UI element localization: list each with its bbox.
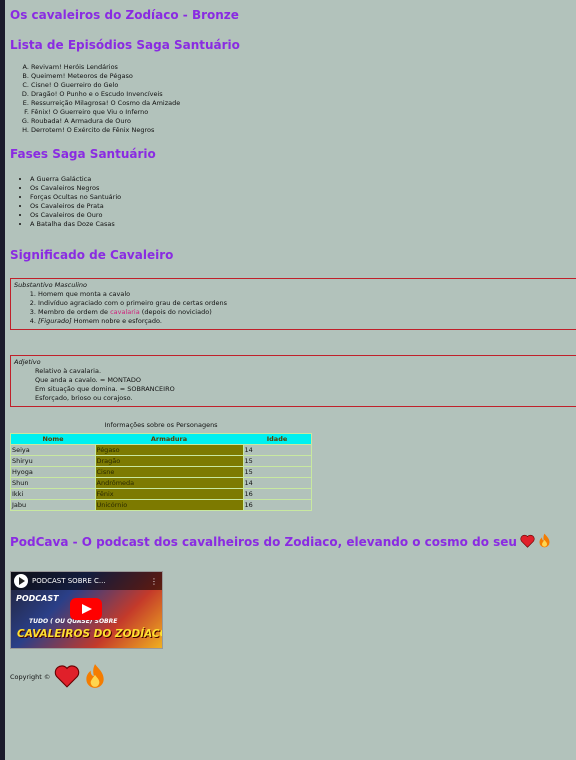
cell-nome: Jabu	[10, 499, 96, 511]
cell-idade: 16	[242, 499, 312, 511]
figurado-label: [Figurado]	[38, 317, 72, 325]
fire-icon	[538, 533, 551, 551]
definition-line: Em situação que domina. = SOBRANCEIRO	[35, 385, 175, 393]
list-item: Fênix! O Guerreiro que Viu o Inferno	[31, 108, 576, 117]
cell-armadura: Pégaso	[94, 444, 244, 456]
definition-box-substantivo: Substantivo Masculino Homem que monta a …	[10, 278, 576, 330]
list-item: A Batalha das Doze Casas	[30, 220, 576, 229]
heart-icon	[54, 663, 80, 691]
header-nome: Nome	[10, 433, 95, 445]
cell-nome: Seiya	[10, 444, 96, 456]
table-row: Hyoga Cisne 15	[10, 466, 312, 478]
thumbnail-text: PODCAST	[16, 594, 59, 603]
fases-heading: Fases Saga Santuário	[10, 147, 156, 161]
table-header-row: Nome Armadura Idade	[10, 433, 312, 445]
more-vert-icon[interactable]: ⋮	[150, 577, 158, 586]
cell-armadura: Andrômeda	[94, 477, 244, 489]
definition-line: Esforçado, brioso ou corajoso.	[35, 394, 133, 402]
table-row: Jabu Unicórnio 16	[10, 499, 312, 511]
definition-text: (depois do noviciado)	[139, 308, 212, 316]
cell-nome: Hyoga	[10, 466, 96, 478]
definition-item: Membro de ordem de cavalaria (depois do …	[38, 308, 576, 317]
cell-idade: 15	[242, 466, 312, 478]
cell-nome: Shiryu	[10, 455, 96, 467]
cell-idade: 15	[242, 455, 312, 467]
list-item: Revivam! Heróis Lendários	[31, 63, 576, 72]
list-item: Derrotem! O Exército de Fênix Negros	[31, 126, 576, 135]
video-title[interactable]: PODCAST SOBRE C...	[32, 577, 150, 585]
episodes-heading: Lista de Episódios Saga Santuário	[10, 38, 240, 52]
list-item: Roubada! A Armadura de Ouro	[31, 117, 576, 126]
definition-class-label: Substantivo Masculino	[14, 281, 88, 289]
definition-text: Homem nobre e esforçado.	[71, 317, 162, 325]
list-item: A Guerra Galáctica	[30, 175, 576, 184]
cell-idade: 14	[242, 477, 312, 489]
cell-armadura: Unicórnio	[94, 499, 244, 511]
footer: Copyright ©	[10, 663, 576, 691]
episodes-list: Revivam! Heróis Lendários Queimem! Meteo…	[10, 63, 576, 135]
list-item: Os Cavaleiros Negros	[30, 184, 576, 193]
list-item: Queimem! Meteoros de Pégaso	[31, 72, 576, 81]
table-row: Ikki Fênix 16	[10, 488, 312, 500]
cell-armadura: Cisne	[94, 466, 244, 478]
fire-icon	[84, 663, 106, 691]
left-edge-bar	[0, 0, 5, 760]
definition-line: Que anda a cavalo. = MONTADO	[35, 376, 141, 384]
definition-box-adjetivo: Adjetivo Relativo à cavalaria. Que anda …	[10, 355, 576, 407]
copyright-text: Copyright ©	[10, 673, 51, 681]
header-armadura: Armadura	[95, 433, 243, 445]
definition-item: Homem que monta a cavalo	[38, 290, 576, 299]
cell-armadura: Dragão	[94, 455, 244, 467]
definition-list: Homem que monta a cavalo Indivíduo agrac…	[14, 290, 576, 326]
list-item: Os Cavaleiros de Ouro	[30, 211, 576, 220]
fases-list: A Guerra Galáctica Os Cavaleiros Negros …	[10, 175, 576, 229]
list-item: Ressurreição Milagrosa! O Cosmo da Amiza…	[31, 99, 576, 108]
youtube-video-embed[interactable]: PODCAST SOBRE C... ⋮ PODCAST TUDO ( OU Q…	[10, 571, 163, 649]
characters-table: Nome Armadura Idade Seiya Pégaso 14 Shiryu…	[10, 433, 312, 511]
definition-line: Relativo à cavalaria.	[35, 367, 102, 375]
table-row: Shiryu Dragão 15	[10, 455, 312, 467]
cell-armadura: Fênix	[94, 488, 244, 500]
channel-avatar[interactable]	[14, 574, 28, 588]
significado-heading: Significado de Cavaleiro	[10, 248, 174, 262]
table-caption: Informações sobre os Personagens	[104, 421, 218, 429]
cavalaria-highlight: cavalaria	[110, 308, 140, 316]
cell-nome: Ikki	[10, 488, 96, 500]
list-item: Os Cavaleiros de Prata	[30, 202, 576, 211]
page-content: Os cavaleiros do Zodíaco - Bronze Lista …	[10, 0, 576, 691]
list-item: Forças Ocultas no Santuário	[30, 193, 576, 202]
definition-item: [Figurado] Homem nobre e esforçado.	[38, 317, 576, 326]
definition-item: Indivíduo agraciado com o primeiro grau …	[38, 299, 576, 308]
definition-lines: Relativo à cavalaria. Que anda a cavalo.…	[14, 367, 576, 403]
podcast-heading-text: PodCava - O podcast dos cavalheiros do Z…	[10, 535, 517, 549]
page-title: Os cavaleiros do Zodíaco - Bronze	[10, 8, 239, 22]
video-top-bar: PODCAST SOBRE C... ⋮	[11, 572, 162, 590]
heart-icon	[520, 534, 535, 551]
table-row: Seiya Pégaso 14	[10, 444, 312, 456]
definition-text: Membro de ordem de	[38, 308, 111, 316]
definition-class-label: Adjetivo	[14, 358, 41, 366]
youtube-play-icon[interactable]	[70, 598, 102, 620]
cell-nome: Shun	[10, 477, 96, 489]
table-row: Shun Andrômeda 14	[10, 477, 312, 489]
header-idade: Idade	[243, 433, 312, 445]
cell-idade: 16	[242, 488, 312, 500]
list-item: Dragão! O Punho e o Escudo Invencíveis	[31, 90, 576, 99]
list-item: Cisne! O Guerreiro do Gelo	[31, 81, 576, 90]
cell-idade: 14	[242, 444, 312, 456]
podcast-heading: PodCava - O podcast dos cavalheiros do Z…	[10, 533, 576, 551]
thumbnail-text: CAVALEIROS DO ZODÍACO	[17, 628, 163, 640]
